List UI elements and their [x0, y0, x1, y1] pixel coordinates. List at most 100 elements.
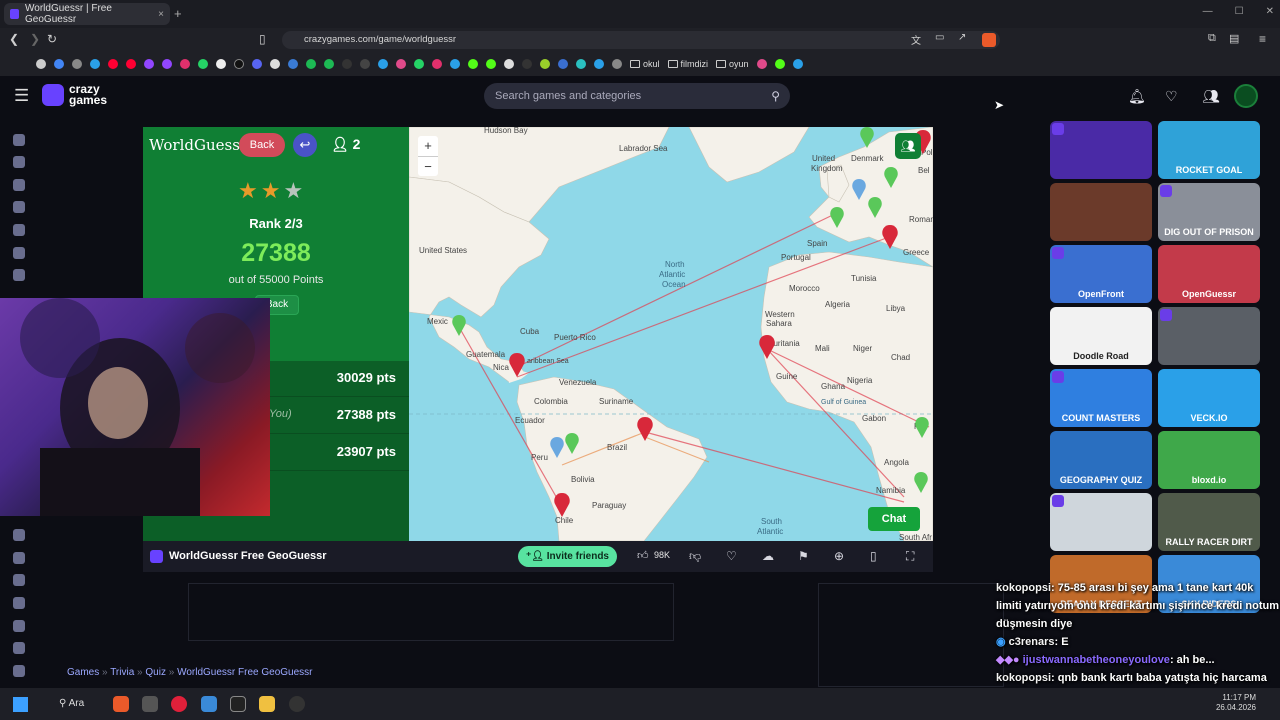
cast-icon[interactable]: ▭: [935, 32, 944, 43]
bookmark-icon[interactable]: ▯: [259, 32, 266, 46]
kick-icon[interactable]: [468, 59, 478, 69]
translate-icon[interactable]: 文: [911, 32, 921, 47]
youtube-icon[interactable]: [126, 59, 136, 69]
reload-icon[interactable]: ↻: [47, 32, 57, 46]
bookmark-icon[interactable]: [792, 59, 803, 69]
game-thumbnail[interactable]: OpenGuessr: [1158, 245, 1260, 303]
taskbar-search[interactable]: ⚲ Ara: [59, 698, 84, 709]
bookmark-icon[interactable]: [540, 59, 550, 69]
share-icon[interactable]: ↗: [958, 32, 966, 43]
bookmark-icon[interactable]: [360, 59, 370, 69]
kick-icon[interactable]: [774, 59, 785, 69]
bookmark-icon[interactable]: [576, 59, 586, 69]
bookmark-icon[interactable]: [36, 59, 46, 69]
tab-close-icon[interactable]: ×: [158, 9, 164, 20]
updated-icon[interactable]: [13, 224, 25, 236]
brave-browser-icon[interactable]: [113, 696, 129, 712]
category-icon[interactable]: [13, 665, 25, 677]
twitch-icon[interactable]: [144, 59, 154, 69]
category-icon[interactable]: [13, 574, 25, 586]
file-explorer-icon[interactable]: [259, 696, 275, 712]
browser-tab[interactable]: WorldGuessr | Free GeoGuessr ×: [4, 3, 170, 25]
favorites-heart-icon[interactable]: ♡: [1165, 88, 1178, 105]
chat-button[interactable]: Chat: [868, 507, 920, 531]
game-thumbnail[interactable]: [1050, 183, 1152, 241]
game-thumbnail[interactable]: [1050, 121, 1152, 179]
user-avatar[interactable]: [1234, 84, 1258, 108]
bookmark-folder-filmdizi[interactable]: filmdizi: [667, 59, 708, 69]
youtube-icon[interactable]: [108, 59, 118, 69]
trending-icon[interactable]: [13, 201, 25, 213]
instagram-icon[interactable]: [180, 59, 190, 69]
breadcrumb-link[interactable]: Quiz: [145, 667, 166, 678]
breadcrumb-link[interactable]: Trivia: [110, 667, 134, 678]
new-tab-button[interactable]: +: [174, 6, 182, 21]
back-button[interactable]: Back: [239, 133, 285, 157]
game-thumbnail[interactable]: [1050, 493, 1152, 551]
forward-arrow-icon[interactable]: ❯: [30, 32, 40, 46]
crazygames-logo[interactable]: crazy games: [42, 83, 107, 106]
favorite-heart-icon[interactable]: ♡: [726, 549, 737, 563]
new-icon[interactable]: [13, 179, 25, 191]
twitch-icon[interactable]: [162, 59, 172, 69]
theater-mode-icon[interactable]: ⊕: [834, 549, 844, 563]
close-window-icon[interactable]: ✕: [1266, 6, 1274, 17]
telegram-icon[interactable]: [450, 59, 460, 69]
bookmark-icon[interactable]: [198, 59, 208, 69]
media-player-icon[interactable]: [171, 696, 187, 712]
category-icon[interactable]: [13, 552, 25, 564]
back-arrow-icon[interactable]: ❮: [9, 32, 19, 46]
hamburger-menu-icon[interactable]: ☰: [14, 86, 29, 106]
game-thumbnail[interactable]: COUNT MASTERS: [1050, 369, 1152, 427]
sidebar-toggle-icon[interactable]: ▤: [1229, 32, 1239, 45]
players-group-icon[interactable]: 👥︎: [895, 133, 921, 159]
spotify-icon[interactable]: [324, 59, 334, 69]
search-input[interactable]: Search games and categories ⚲: [484, 83, 790, 109]
notifications-bell-icon[interactable]: 🔔︎: [1128, 88, 1146, 105]
bookmark-icon[interactable]: [522, 59, 532, 69]
bookmark-icon[interactable]: [270, 59, 280, 69]
search-icon[interactable]: ⚲: [771, 83, 780, 109]
bookmark-icon[interactable]: [504, 59, 514, 69]
game-thumbnail[interactable]: OpenFront: [1050, 245, 1152, 303]
minimize-icon[interactable]: —: [1203, 6, 1213, 17]
system-clock[interactable]: 11:17 PM 26.04.2026: [1216, 693, 1256, 713]
recent-icon[interactable]: [13, 156, 25, 168]
category-icon[interactable]: [13, 597, 25, 609]
invite-friends-button[interactable]: ⁺👤︎ Invite friends: [518, 546, 617, 567]
brave-shield-icon[interactable]: [982, 33, 996, 47]
game-thumbnail[interactable]: bloxd.io: [1158, 431, 1260, 489]
report-flag-icon[interactable]: ⚑: [798, 549, 809, 563]
kick-icon[interactable]: [486, 59, 496, 69]
whatsapp-icon[interactable]: [414, 59, 424, 69]
bookmark-folder-oyun[interactable]: oyun: [716, 59, 749, 69]
cloud-save-icon[interactable]: ☁: [762, 549, 774, 563]
bookmark-icon[interactable]: [288, 59, 298, 69]
breadcrumb-link[interactable]: Games: [67, 667, 99, 678]
category-icon[interactable]: [13, 529, 25, 541]
tiktok-icon[interactable]: [234, 59, 244, 69]
category-icon[interactable]: [13, 642, 25, 654]
return-arrow-icon[interactable]: ↩: [293, 133, 317, 157]
steam-icon[interactable]: [289, 696, 305, 712]
like-thumb-icon[interactable]: 👍︎: [637, 549, 649, 562]
bookmark-icon[interactable]: [594, 59, 604, 69]
originals-icon[interactable]: [13, 247, 25, 259]
bookmark-icon[interactable]: [306, 59, 316, 69]
bookmark-icon[interactable]: [612, 59, 622, 69]
menu-icon[interactable]: ≡: [1259, 32, 1266, 46]
home-icon[interactable]: [13, 134, 25, 146]
maximize-icon[interactable]: ☐: [1235, 6, 1244, 17]
game-thumbnail[interactable]: DIG OUT OF PRISON: [1158, 183, 1260, 241]
game-thumbnail[interactable]: VECK.IO: [1158, 369, 1260, 427]
game-thumbnail[interactable]: GEOGRAPHY QUIZ: [1050, 431, 1152, 489]
dislike-thumb-icon[interactable]: 👎︎: [689, 549, 701, 564]
bookmark-icon[interactable]: [54, 59, 64, 69]
windows-start-icon[interactable]: [13, 697, 28, 712]
discord-icon[interactable]: [252, 59, 262, 69]
breadcrumb-link[interactable]: WorldGuessr Free GeoGuessr: [177, 667, 312, 678]
multiplayer-icon[interactable]: [13, 269, 25, 281]
x-icon[interactable]: [216, 59, 226, 69]
category-icon[interactable]: [13, 620, 25, 632]
game-thumbnail[interactable]: ROCKET GOAL: [1158, 121, 1260, 179]
